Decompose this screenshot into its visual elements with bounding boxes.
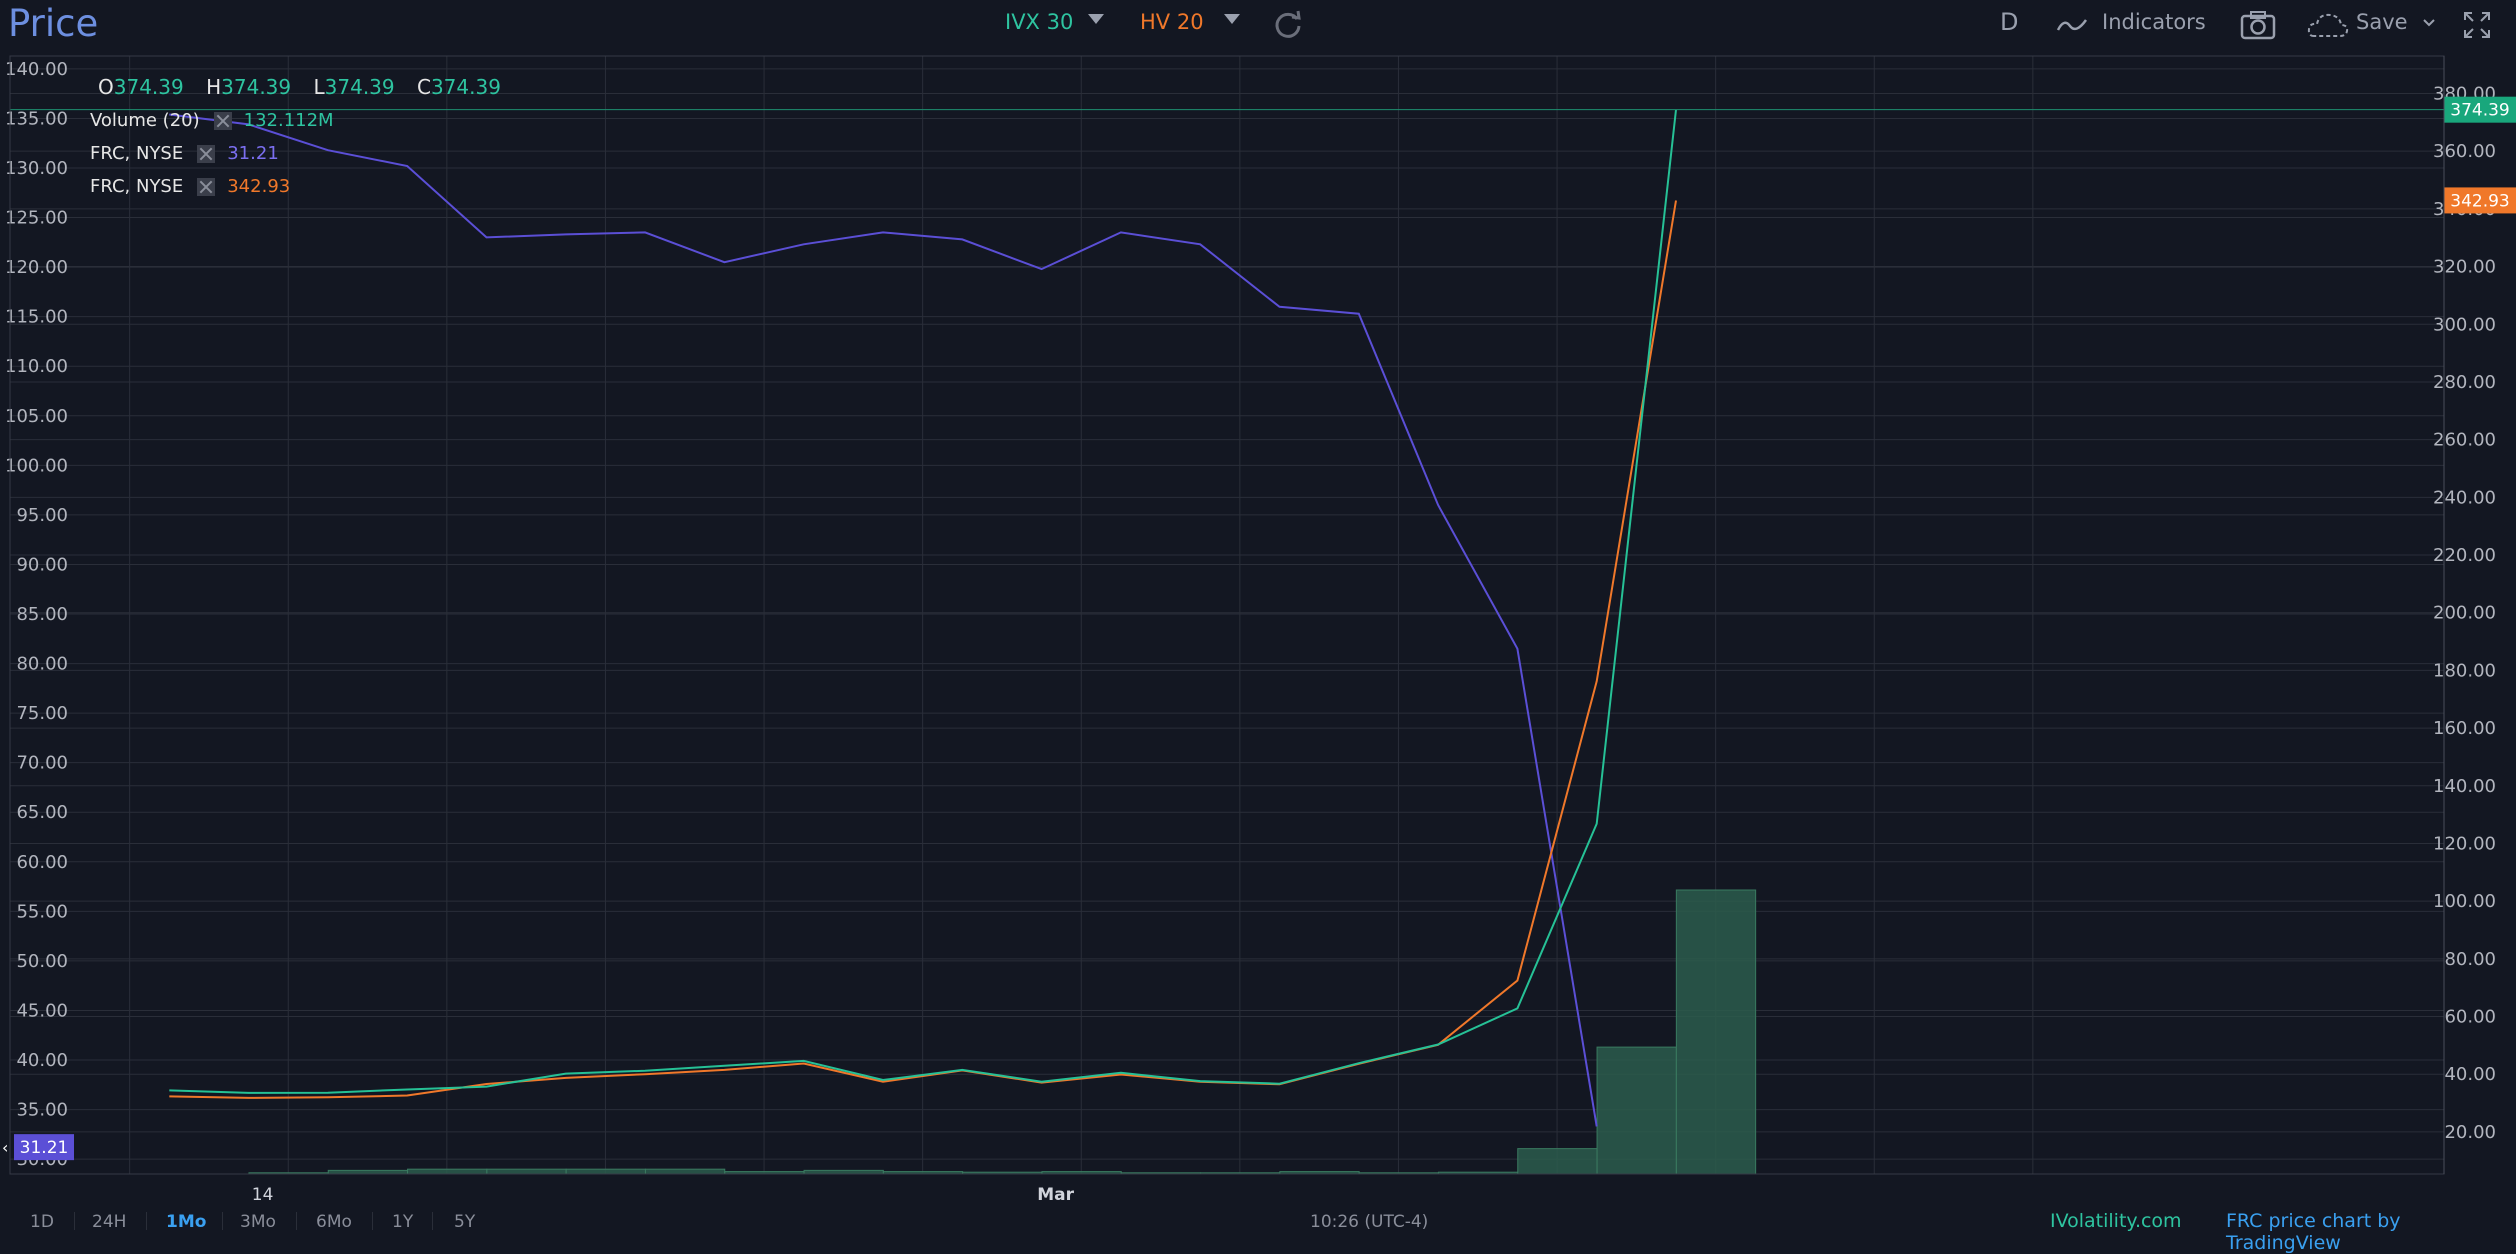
left-tick-label: 130.00 — [5, 158, 68, 179]
left-tick-label: 35.00 — [16, 1100, 68, 1121]
left-tick-label: 80.00 — [16, 654, 68, 675]
legend-series2-row: FRC, NYSE 342.93 — [90, 176, 290, 197]
right-tick-label: 160.00 — [2433, 718, 2496, 739]
remove-series1-icon[interactable] — [197, 145, 216, 163]
range-6mo[interactable]: 6Mo — [316, 1212, 352, 1232]
legend-series1-value: 31.21 — [227, 143, 279, 164]
legend-series1-label: FRC, NYSE — [90, 143, 184, 164]
right-tick-label: 320.00 — [2433, 257, 2496, 278]
left-tick-label: 110.00 — [5, 356, 68, 377]
right-tick-label: 280.00 — [2433, 372, 2496, 393]
x-tick-label: 14 — [252, 1185, 274, 1200]
left-tick-label: 65.00 — [16, 802, 68, 823]
range-24h[interactable]: 24H — [92, 1212, 126, 1232]
left-tick-label: 55.00 — [16, 901, 68, 922]
volume-bar — [486, 1168, 567, 1175]
low-value: 374.39 — [324, 75, 395, 99]
remove-volume-icon[interactable] — [213, 112, 232, 130]
volume-bar — [803, 1169, 884, 1175]
right-tick-label: 100.00 — [2433, 891, 2496, 912]
last-label-price: 31.21 — [20, 1138, 69, 1158]
credit-tradingview-link[interactable]: FRC price chart by TradingView — [2226, 1210, 2516, 1254]
left-tick-label: 60.00 — [16, 852, 68, 873]
range-1d[interactable]: 1D — [30, 1212, 54, 1232]
right-tick-label: 60.00 — [2444, 1007, 2496, 1028]
legend-volume-label: Volume (20) — [90, 110, 200, 131]
range-divider — [432, 1212, 433, 1230]
volume-bar — [327, 1169, 409, 1175]
volume-bar — [1517, 1148, 1598, 1175]
range-divider — [296, 1212, 297, 1230]
volume-bar — [407, 1168, 488, 1175]
open-value: 374.39 — [113, 75, 184, 99]
range-divider — [146, 1212, 147, 1230]
price-chart[interactable]: 140.00 135.00 130.00 125.00 120.00 115.00 110.… — [0, 0, 2516, 1200]
right-axis: 380.00360.00340.00320.00300.00280.00260.… — [2433, 83, 2496, 1142]
plot-frame — [9, 55, 2445, 1175]
range-divider — [372, 1212, 373, 1230]
left-tick-label: 125.00 — [5, 208, 68, 229]
right-tick-label: 180.00 — [2433, 660, 2496, 681]
collapse-arrow-icon: ‹ — [2, 1138, 8, 1157]
left-tick-label: 90.00 — [16, 554, 68, 575]
right-tick-label: 140.00 — [2433, 776, 2496, 797]
open-label: O — [98, 75, 114, 99]
right-tick-label: 120.00 — [2433, 833, 2496, 854]
remove-series2-icon[interactable] — [197, 178, 216, 196]
legend-series1-row: FRC, NYSE 31.21 — [90, 143, 279, 164]
low-label: L — [313, 75, 325, 99]
range-1y[interactable]: 1Y — [392, 1212, 413, 1232]
ohlc-legend: O374.39 H374.39 L374.39 C374.39 — [98, 75, 517, 99]
credit-ivolatility-link[interactable]: IVolatility.com — [2050, 1210, 2182, 1232]
range-3mo[interactable]: 3Mo — [240, 1212, 276, 1232]
left-tick-label: 140.00 — [5, 59, 68, 80]
x-tick-label: Mar — [1037, 1185, 1074, 1200]
right-tick-label: 20.00 — [2444, 1122, 2496, 1143]
left-tick-label: 85.00 — [16, 604, 68, 625]
legend-volume-value: 132.112M — [243, 110, 334, 131]
range-5y[interactable]: 5Y — [454, 1212, 475, 1232]
right-tick-label: 240.00 — [2433, 487, 2496, 508]
left-tick-label: 115.00 — [5, 307, 68, 328]
series-lines — [10, 109, 2444, 1127]
left-tick-label: 135.00 — [5, 108, 68, 129]
volume-bar — [1675, 889, 1757, 1175]
legend-volume-row: Volume (20) 132.112M — [90, 110, 334, 131]
range-bar: 1D 24H 1Mo 3Mo 6Mo 1Y 5Y 10:26 (UTC-4) I… — [0, 1200, 2516, 1254]
left-tick-label: 50.00 — [16, 951, 68, 972]
legend-series2-label: FRC, NYSE — [90, 176, 184, 197]
left-tick-label: 40.00 — [16, 1050, 68, 1071]
left-tick-label: 95.00 — [16, 505, 68, 526]
range-divider — [74, 1212, 75, 1230]
grid-lines — [10, 56, 2444, 1174]
range-1mo[interactable]: 1Mo — [166, 1212, 206, 1232]
last-label-hv: 342.93 — [2450, 191, 2509, 211]
right-tick-label: 360.00 — [2433, 141, 2496, 162]
last-value-labels: 374.39 342.93 31.21 ‹ — [2, 96, 2516, 1161]
volume-bar — [1596, 1046, 1677, 1175]
left-tick-label: 75.00 — [16, 703, 68, 724]
legend-series2-value: 342.93 — [227, 176, 291, 197]
last-label-ivx: 374.39 — [2450, 101, 2509, 121]
right-tick-label: 300.00 — [2433, 314, 2496, 335]
close-label: C — [416, 75, 431, 99]
left-tick-label: 100.00 — [5, 455, 68, 476]
range-divider — [222, 1212, 223, 1230]
right-tick-label: 80.00 — [2444, 949, 2496, 970]
close-value: 374.39 — [430, 75, 501, 99]
right-tick-label: 200.00 — [2433, 603, 2496, 624]
left-tick-label: 120.00 — [5, 257, 68, 278]
clock: 10:26 (UTC-4) — [1310, 1212, 1429, 1232]
right-tick-label: 260.00 — [2433, 430, 2496, 451]
volume-bar — [565, 1168, 646, 1175]
volume-bar — [644, 1168, 726, 1175]
left-tick-label: 70.00 — [16, 753, 68, 774]
left-tick-label: 45.00 — [16, 1000, 68, 1021]
right-tick-label: 40.00 — [2444, 1064, 2496, 1085]
left-tick-label: 105.00 — [5, 406, 68, 427]
right-tick-label: 220.00 — [2433, 545, 2496, 566]
x-axis: 14 Mar — [252, 1185, 1075, 1200]
high-label: H — [206, 75, 222, 99]
high-value: 374.39 — [221, 75, 292, 99]
